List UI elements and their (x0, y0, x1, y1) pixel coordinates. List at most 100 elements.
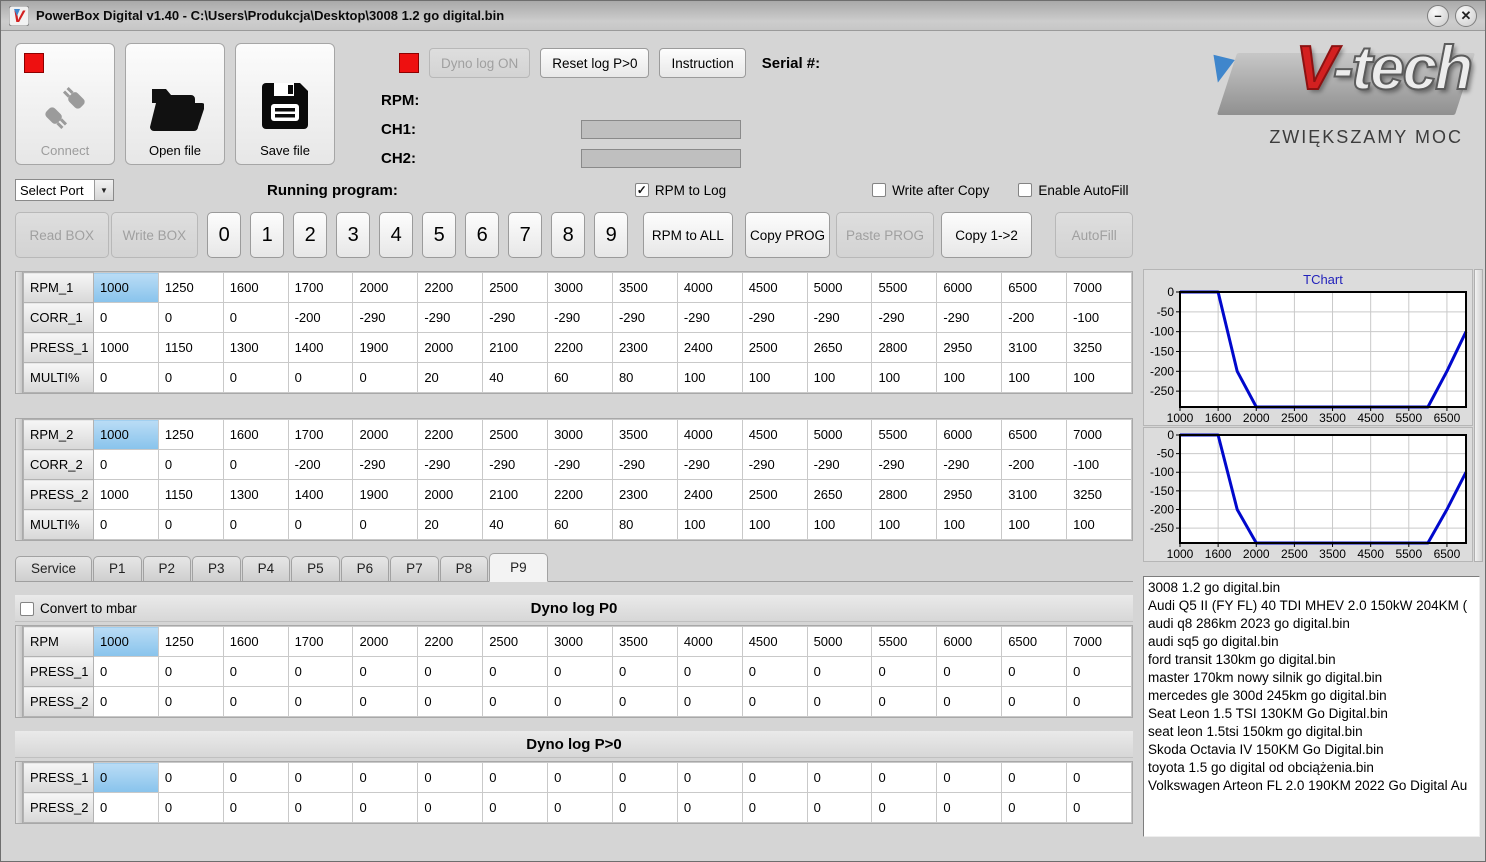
grid-cell[interactable]: 0 (222, 656, 289, 687)
grid-cell[interactable]: 0 (806, 762, 873, 793)
grid-cell[interactable]: -290 (676, 302, 743, 333)
grid-cell[interactable]: 40 (482, 362, 549, 393)
grid-cell[interactable]: 3100 (1001, 332, 1068, 363)
grid-cell[interactable]: 2650 (806, 479, 873, 510)
grid-cell[interactable]: 1250 (157, 272, 224, 303)
grid-cell[interactable]: 7000 (1066, 626, 1132, 657)
file-list-item[interactable]: audi sq5 go digital.bin (1148, 633, 1479, 651)
grid-cell[interactable]: -100 (1066, 302, 1132, 333)
tab-p8[interactable]: P8 (439, 556, 489, 581)
grid-cell[interactable]: 0 (806, 656, 873, 687)
grid-cell[interactable]: 100 (741, 509, 808, 540)
digit-button-1[interactable]: 1 (250, 212, 285, 258)
grid-cell[interactable]: 100 (871, 509, 938, 540)
tab-p5[interactable]: P5 (291, 556, 340, 581)
copy-prog-button[interactable]: Copy PROG (744, 212, 831, 258)
grid-cell[interactable]: 20 (417, 362, 484, 393)
grid-cell[interactable]: 2500 (741, 479, 808, 510)
grid-cell[interactable]: 2000 (352, 419, 419, 450)
grid-cell[interactable]: 0 (1001, 762, 1068, 793)
grid-cell[interactable]: 0 (547, 686, 613, 717)
grid-cell[interactable]: 0 (157, 509, 224, 540)
grid-cell[interactable]: 0 (92, 656, 159, 687)
grid-cell[interactable]: 1600 (222, 272, 289, 303)
grid-cell[interactable]: 0 (482, 762, 549, 793)
file-list-item[interactable]: audi q8 286km 2023 go digital.bin (1148, 615, 1479, 633)
grid-cell[interactable]: 0 (871, 792, 938, 823)
grid-cell[interactable]: 5500 (871, 626, 938, 657)
grid-cell[interactable]: -290 (871, 302, 938, 333)
grid-cell[interactable]: 0 (287, 762, 354, 793)
grid-cell[interactable]: 0 (741, 686, 808, 717)
grid-cell[interactable]: 20 (417, 509, 484, 540)
tab-service[interactable]: Service (15, 556, 93, 581)
read-box-button[interactable]: Read BOX (15, 212, 109, 258)
grid-cell[interactable]: 0 (936, 792, 1003, 823)
grid-cell[interactable]: 100 (1001, 509, 1068, 540)
digit-button-3[interactable]: 3 (336, 212, 371, 258)
grid-cell[interactable]: 6000 (936, 272, 1003, 303)
grid-cell[interactable]: 1000 (92, 272, 159, 303)
digit-button-7[interactable]: 7 (508, 212, 543, 258)
grid-cell[interactable]: 0 (92, 792, 159, 823)
grid-cell[interactable]: 0 (287, 792, 354, 823)
grid-cell[interactable]: 0 (417, 792, 484, 823)
grid-cell[interactable]: 0 (352, 656, 419, 687)
grid-cell[interactable]: 0 (287, 686, 354, 717)
grid-cell[interactable]: -290 (806, 302, 873, 333)
grid-cell[interactable]: 1700 (287, 419, 354, 450)
tab-p3[interactable]: P3 (192, 556, 241, 581)
grid-cell[interactable]: 0 (222, 792, 289, 823)
grid-cell[interactable]: 2100 (482, 479, 549, 510)
tab-p1[interactable]: P1 (93, 556, 142, 581)
grid-cell[interactable]: 7000 (1066, 272, 1132, 303)
reset-log-button[interactable]: Reset log P>0 (540, 48, 650, 78)
grid-cell[interactable]: 60 (547, 509, 613, 540)
file-list-item[interactable]: ford transit 130km go digital.bin (1148, 651, 1479, 669)
grid-cell[interactable]: 6000 (936, 626, 1003, 657)
grid-cell[interactable]: 0 (222, 449, 289, 480)
copy-1-to-2-button[interactable]: Copy 1->2 (940, 212, 1033, 258)
grid-cell[interactable]: 0 (222, 509, 289, 540)
digit-button-2[interactable]: 2 (293, 212, 328, 258)
file-list-item[interactable]: Audi Q5 II (FY FL) 40 TDI MHEV 2.0 150kW… (1148, 597, 1479, 615)
grid-cell[interactable]: -290 (547, 302, 613, 333)
grid-cell[interactable]: 0 (352, 762, 419, 793)
grid-cell[interactable]: 0 (287, 656, 354, 687)
grid-cell[interactable]: -100 (1066, 449, 1132, 480)
checkbox-box[interactable] (20, 601, 34, 616)
grid-cell[interactable]: 3250 (1066, 479, 1132, 510)
grid-cell[interactable]: 3500 (611, 272, 678, 303)
grid-cell[interactable]: 3000 (547, 419, 613, 450)
grid-cell[interactable]: -200 (1001, 302, 1068, 333)
digit-button-6[interactable]: 6 (465, 212, 500, 258)
grid-cell[interactable]: 0 (157, 656, 224, 687)
grid-cell[interactable]: 0 (157, 449, 224, 480)
grid-cell[interactable]: 2100 (482, 332, 549, 363)
grid-cell[interactable]: 2300 (611, 479, 678, 510)
grid-cell[interactable]: 1150 (157, 332, 224, 363)
grid-cell[interactable]: 5000 (806, 272, 873, 303)
dyno-log-on-button[interactable]: Dyno log ON (429, 48, 531, 78)
grid-cell[interactable]: 1600 (222, 626, 289, 657)
digit-button-8[interactable]: 8 (551, 212, 586, 258)
grid-cell[interactable]: 0 (1001, 656, 1068, 687)
grid-cell[interactable]: 0 (157, 302, 224, 333)
grid-cell[interactable]: 1400 (287, 332, 354, 363)
grid-cell[interactable]: 2500 (482, 272, 549, 303)
grid-cell[interactable]: 0 (222, 302, 289, 333)
grid-cell[interactable]: 0 (157, 792, 224, 823)
grid-cell[interactable]: 0 (287, 362, 354, 393)
grid-cell[interactable]: 2200 (417, 626, 484, 657)
grid-cell[interactable]: 0 (676, 686, 743, 717)
connect-button[interactable]: Connect (15, 43, 115, 165)
enable-autofill-checkbox[interactable]: Enable AutoFill (1018, 183, 1128, 198)
grid-cell[interactable]: 0 (92, 302, 159, 333)
grid-cell[interactable]: 3000 (547, 626, 613, 657)
grid-cell[interactable]: 1400 (287, 479, 354, 510)
checkbox-box[interactable] (1018, 183, 1033, 197)
file-list-item[interactable]: Seat Leon 1.5 TSI 130KM Go Digital.bin (1148, 705, 1479, 723)
grid-cell[interactable]: 4000 (676, 626, 743, 657)
file-list-item[interactable]: Skoda Octavia IV 150KM Go Digital.bin (1148, 741, 1479, 759)
grid-cell[interactable]: 0 (222, 362, 289, 393)
